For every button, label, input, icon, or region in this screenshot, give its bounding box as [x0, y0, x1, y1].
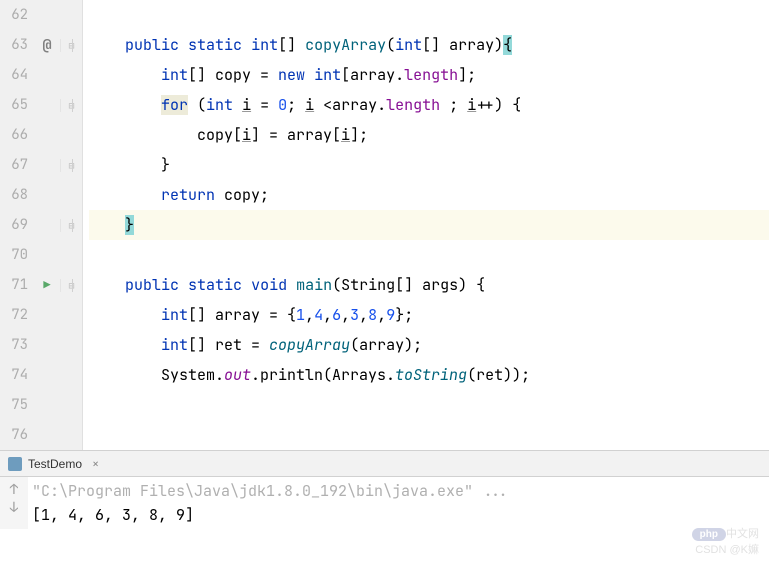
line-number: 72 [0, 306, 34, 324]
run-icon[interactable]: ▶ [43, 277, 50, 293]
line-number: 70 [0, 246, 34, 264]
code-line[interactable] [89, 240, 769, 270]
fold-icon[interactable]: ⊟ [60, 159, 82, 172]
php-logo-icon: php [692, 528, 726, 541]
line-number: 65 [0, 96, 34, 114]
code-line[interactable]: for (int i = 0; i <array.length ; i++) { [89, 90, 769, 120]
code-line[interactable]: int[] copy = new int[array.length]; [89, 60, 769, 90]
line-number: 73 [0, 336, 34, 354]
line-number: 63 [0, 36, 34, 54]
line-number: 76 [0, 426, 34, 444]
console-gutter: ↑ ↓ [0, 477, 28, 529]
code-line[interactable]: } [89, 210, 769, 240]
console-tab-label[interactable]: TestDemo [28, 457, 82, 471]
code-line[interactable]: public static int[] copyArray(int[] arra… [89, 30, 769, 60]
override-icon[interactable]: @ [42, 35, 51, 55]
console-result: [1, 4, 6, 3, 8, 9] [32, 503, 765, 527]
console-output[interactable]: "C:\Program Files\Java\jdk1.8.0_192\bin\… [28, 477, 769, 529]
code-line[interactable]: System.out.println(Arrays.toString(ret))… [89, 360, 769, 390]
console-command: "C:\Program Files\Java\jdk1.8.0_192\bin\… [32, 479, 765, 503]
line-number: 66 [0, 126, 34, 144]
code-line[interactable]: } [89, 150, 769, 180]
code-editor[interactable]: 62 63@⊟ 64 65⊟ 66 67⊟ 68 69⊟ 70 71▶⊟ 72 … [0, 0, 769, 450]
line-number: 71 [0, 276, 34, 294]
arrow-down-icon[interactable]: ↓ [10, 499, 18, 517]
code-line[interactable] [89, 0, 769, 30]
code-line[interactable]: public static void main(String[] args) { [89, 270, 769, 300]
code-line[interactable]: return copy; [89, 180, 769, 210]
fold-icon[interactable]: ⊟ [60, 99, 82, 112]
line-number: 75 [0, 396, 34, 414]
fold-icon[interactable]: ⊟ [60, 39, 82, 52]
fold-icon[interactable]: ⊟ [60, 219, 82, 232]
line-number: 64 [0, 66, 34, 84]
close-icon[interactable]: × [92, 456, 99, 472]
code-line[interactable]: int[] array = {1,4,6,3,8,9}; [89, 300, 769, 330]
fold-icon[interactable]: ⊟ [60, 279, 82, 292]
line-number: 69 [0, 216, 34, 234]
console-tab-bar: TestDemo × [0, 450, 769, 476]
arrow-up-icon[interactable]: ↑ [10, 481, 18, 499]
line-number: 62 [0, 6, 34, 24]
line-number: 67 [0, 156, 34, 174]
run-config-icon [8, 457, 22, 471]
code-line[interactable]: copy[i] = array[i]; [89, 120, 769, 150]
code-content[interactable]: public static int[] copyArray(int[] arra… [83, 0, 769, 450]
code-line[interactable] [89, 390, 769, 420]
code-line[interactable]: int[] ret = copyArray(array); [89, 330, 769, 360]
line-number: 68 [0, 186, 34, 204]
console-panel: ↑ ↓ "C:\Program Files\Java\jdk1.8.0_192\… [0, 476, 769, 529]
code-line[interactable] [89, 420, 769, 450]
watermark: php中文网 CSDN @K嫲 [692, 525, 759, 557]
line-number: 74 [0, 366, 34, 384]
gutter: 62 63@⊟ 64 65⊟ 66 67⊟ 68 69⊟ 70 71▶⊟ 72 … [0, 0, 83, 450]
